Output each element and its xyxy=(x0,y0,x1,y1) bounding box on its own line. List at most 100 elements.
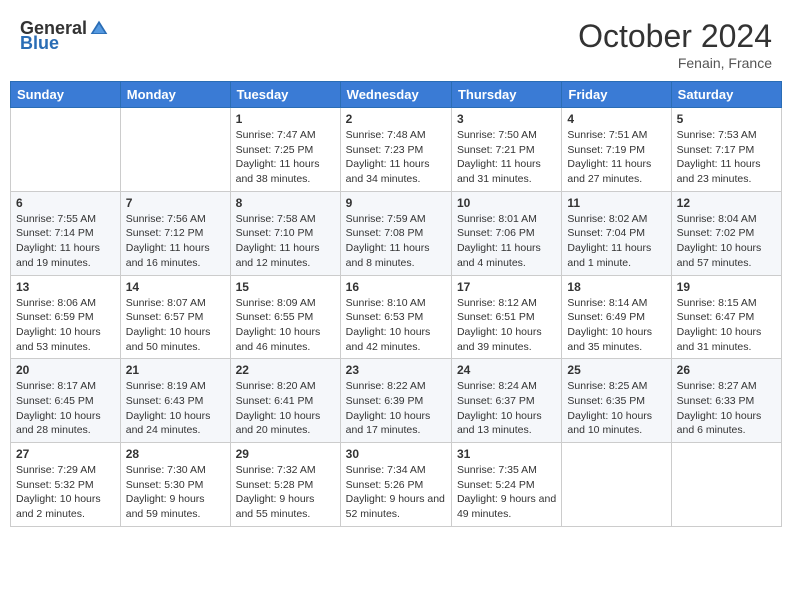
day-number: 28 xyxy=(126,447,225,461)
cell-content: Sunrise: 7:29 AM Sunset: 5:32 PM Dayligh… xyxy=(16,463,115,522)
day-number: 24 xyxy=(457,363,556,377)
calendar-cell: 18 Sunrise: 8:14 AM Sunset: 6:49 PM Dayli… xyxy=(562,275,671,359)
day-number: 22 xyxy=(236,363,335,377)
cell-content: Sunrise: 8:04 AM Sunset: 7:02 PM Dayligh… xyxy=(677,212,776,271)
day-number: 2 xyxy=(346,112,446,126)
calendar-cell: 24 Sunrise: 8:24 AM Sunset: 6:37 PM Dayli… xyxy=(451,359,561,443)
calendar-cell: 13 Sunrise: 8:06 AM Sunset: 6:59 PM Dayli… xyxy=(11,275,121,359)
calendar-cell: 26 Sunrise: 8:27 AM Sunset: 6:33 PM Dayli… xyxy=(671,359,781,443)
day-number: 20 xyxy=(16,363,115,377)
day-number: 1 xyxy=(236,112,335,126)
day-number: 26 xyxy=(677,363,776,377)
calendar-cell: 31Sunrise: 7:35 AM Sunset: 5:24 PM Dayli… xyxy=(451,443,561,527)
weekday-header: Wednesday xyxy=(340,82,451,108)
calendar-cell: 15 Sunrise: 8:09 AM Sunset: 6:55 PM Dayli… xyxy=(230,275,340,359)
day-number: 27 xyxy=(16,447,115,461)
cell-content: Sunrise: 7:53 AM Sunset: 7:17 PM Dayligh… xyxy=(677,128,776,187)
calendar-cell: 10Sunrise: 8:01 AM Sunset: 7:06 PM Dayli… xyxy=(451,191,561,275)
day-number: 14 xyxy=(126,280,225,294)
location: Fenain, France xyxy=(578,55,772,71)
cell-content: Sunrise: 8:07 AM Sunset: 6:57 PM Dayligh… xyxy=(126,296,225,355)
cell-content: Sunrise: 8:22 AM Sunset: 6:39 PM Dayligh… xyxy=(346,379,446,438)
day-number: 15 xyxy=(236,280,335,294)
weekday-header: Thursday xyxy=(451,82,561,108)
day-number: 6 xyxy=(16,196,115,210)
calendar-cell: 9 Sunrise: 7:59 AM Sunset: 7:08 PM Daylig… xyxy=(340,191,451,275)
month-title: October 2024 xyxy=(578,18,772,55)
calendar-cell xyxy=(671,443,781,527)
cell-content: Sunrise: 7:55 AM Sunset: 7:14 PM Dayligh… xyxy=(16,212,115,271)
cell-content: Sunrise: 8:20 AM Sunset: 6:41 PM Dayligh… xyxy=(236,379,335,438)
day-number: 8 xyxy=(236,196,335,210)
day-number: 31 xyxy=(457,447,556,461)
day-number: 10 xyxy=(457,196,556,210)
calendar-cell: 20 Sunrise: 8:17 AM Sunset: 6:45 PM Dayli… xyxy=(11,359,121,443)
cell-content: Sunrise: 8:25 AM Sunset: 6:35 PM Dayligh… xyxy=(567,379,665,438)
day-number: 17 xyxy=(457,280,556,294)
day-number: 29 xyxy=(236,447,335,461)
weekday-header: Sunday xyxy=(11,82,121,108)
calendar-cell xyxy=(120,108,230,192)
cell-content: Sunrise: 8:17 AM Sunset: 6:45 PM Dayligh… xyxy=(16,379,115,438)
calendar-week-row: 20 Sunrise: 8:17 AM Sunset: 6:45 PM Dayli… xyxy=(11,359,782,443)
calendar-week-row: 6 Sunrise: 7:55 AM Sunset: 7:14 PM Daylig… xyxy=(11,191,782,275)
cell-content: Sunrise: 8:12 AM Sunset: 6:51 PM Dayligh… xyxy=(457,296,556,355)
cell-content: Sunrise: 8:15 AM Sunset: 6:47 PM Dayligh… xyxy=(677,296,776,355)
weekday-header: Tuesday xyxy=(230,82,340,108)
calendar-table: SundayMondayTuesdayWednesdayThursdayFrid… xyxy=(10,81,782,527)
cell-content: Sunrise: 7:47 AM Sunset: 7:25 PM Dayligh… xyxy=(236,128,335,187)
weekday-header: Monday xyxy=(120,82,230,108)
day-number: 3 xyxy=(457,112,556,126)
calendar-cell: 1 Sunrise: 7:47 AM Sunset: 7:25 PM Daylig… xyxy=(230,108,340,192)
day-number: 25 xyxy=(567,363,665,377)
calendar-cell xyxy=(11,108,121,192)
page-header: General Blue October 2024 Fenain, France xyxy=(10,10,782,75)
calendar-cell: 7Sunrise: 7:56 AM Sunset: 7:12 PM Daylig… xyxy=(120,191,230,275)
title-block: October 2024 Fenain, France xyxy=(578,18,772,71)
calendar-cell: 2Sunrise: 7:48 AM Sunset: 7:23 PM Daylig… xyxy=(340,108,451,192)
calendar-cell: 6 Sunrise: 7:55 AM Sunset: 7:14 PM Daylig… xyxy=(11,191,121,275)
cell-content: Sunrise: 8:02 AM Sunset: 7:04 PM Dayligh… xyxy=(567,212,665,271)
calendar-cell: 28 Sunrise: 7:30 AM Sunset: 5:30 PM Dayli… xyxy=(120,443,230,527)
calendar-cell: 19Sunrise: 8:15 AM Sunset: 6:47 PM Dayli… xyxy=(671,275,781,359)
logo-blue: Blue xyxy=(20,33,59,54)
day-number: 13 xyxy=(16,280,115,294)
cell-content: Sunrise: 7:30 AM Sunset: 5:30 PM Dayligh… xyxy=(126,463,225,522)
day-number: 5 xyxy=(677,112,776,126)
cell-content: Sunrise: 7:58 AM Sunset: 7:10 PM Dayligh… xyxy=(236,212,335,271)
logo-icon xyxy=(89,19,109,39)
cell-content: Sunrise: 7:32 AM Sunset: 5:28 PM Dayligh… xyxy=(236,463,335,522)
calendar-cell: 25 Sunrise: 8:25 AM Sunset: 6:35 PM Dayli… xyxy=(562,359,671,443)
calendar-cell: 22 Sunrise: 8:20 AM Sunset: 6:41 PM Dayli… xyxy=(230,359,340,443)
day-number: 11 xyxy=(567,196,665,210)
cell-content: Sunrise: 7:50 AM Sunset: 7:21 PM Dayligh… xyxy=(457,128,556,187)
cell-content: Sunrise: 8:27 AM Sunset: 6:33 PM Dayligh… xyxy=(677,379,776,438)
cell-content: Sunrise: 8:19 AM Sunset: 6:43 PM Dayligh… xyxy=(126,379,225,438)
calendar-week-row: 1 Sunrise: 7:47 AM Sunset: 7:25 PM Daylig… xyxy=(11,108,782,192)
calendar-cell xyxy=(562,443,671,527)
cell-content: Sunrise: 8:06 AM Sunset: 6:59 PM Dayligh… xyxy=(16,296,115,355)
calendar-cell: 17 Sunrise: 8:12 AM Sunset: 6:51 PM Dayli… xyxy=(451,275,561,359)
calendar-cell: 5 Sunrise: 7:53 AM Sunset: 7:17 PM Daylig… xyxy=(671,108,781,192)
cell-content: Sunrise: 7:51 AM Sunset: 7:19 PM Dayligh… xyxy=(567,128,665,187)
cell-content: Sunrise: 8:14 AM Sunset: 6:49 PM Dayligh… xyxy=(567,296,665,355)
calendar-cell: 11 Sunrise: 8:02 AM Sunset: 7:04 PM Dayli… xyxy=(562,191,671,275)
logo: General Blue xyxy=(20,18,109,54)
calendar-cell: 4Sunrise: 7:51 AM Sunset: 7:19 PM Daylig… xyxy=(562,108,671,192)
calendar-cell: 30Sunrise: 7:34 AM Sunset: 5:26 PM Dayli… xyxy=(340,443,451,527)
cell-content: Sunrise: 8:24 AM Sunset: 6:37 PM Dayligh… xyxy=(457,379,556,438)
cell-content: Sunrise: 7:56 AM Sunset: 7:12 PM Dayligh… xyxy=(126,212,225,271)
day-number: 9 xyxy=(346,196,446,210)
day-number: 23 xyxy=(346,363,446,377)
calendar-week-row: 27 Sunrise: 7:29 AM Sunset: 5:32 PM Dayli… xyxy=(11,443,782,527)
cell-content: Sunrise: 8:10 AM Sunset: 6:53 PM Dayligh… xyxy=(346,296,446,355)
cell-content: Sunrise: 7:59 AM Sunset: 7:08 PM Dayligh… xyxy=(346,212,446,271)
day-number: 12 xyxy=(677,196,776,210)
cell-content: Sunrise: 7:34 AM Sunset: 5:26 PM Dayligh… xyxy=(346,463,446,522)
calendar-week-row: 13 Sunrise: 8:06 AM Sunset: 6:59 PM Dayli… xyxy=(11,275,782,359)
calendar-cell: 16Sunrise: 8:10 AM Sunset: 6:53 PM Dayli… xyxy=(340,275,451,359)
cell-content: Sunrise: 8:09 AM Sunset: 6:55 PM Dayligh… xyxy=(236,296,335,355)
day-number: 18 xyxy=(567,280,665,294)
calendar-cell: 21Sunrise: 8:19 AM Sunset: 6:43 PM Dayli… xyxy=(120,359,230,443)
calendar-cell: 3 Sunrise: 7:50 AM Sunset: 7:21 PM Daylig… xyxy=(451,108,561,192)
